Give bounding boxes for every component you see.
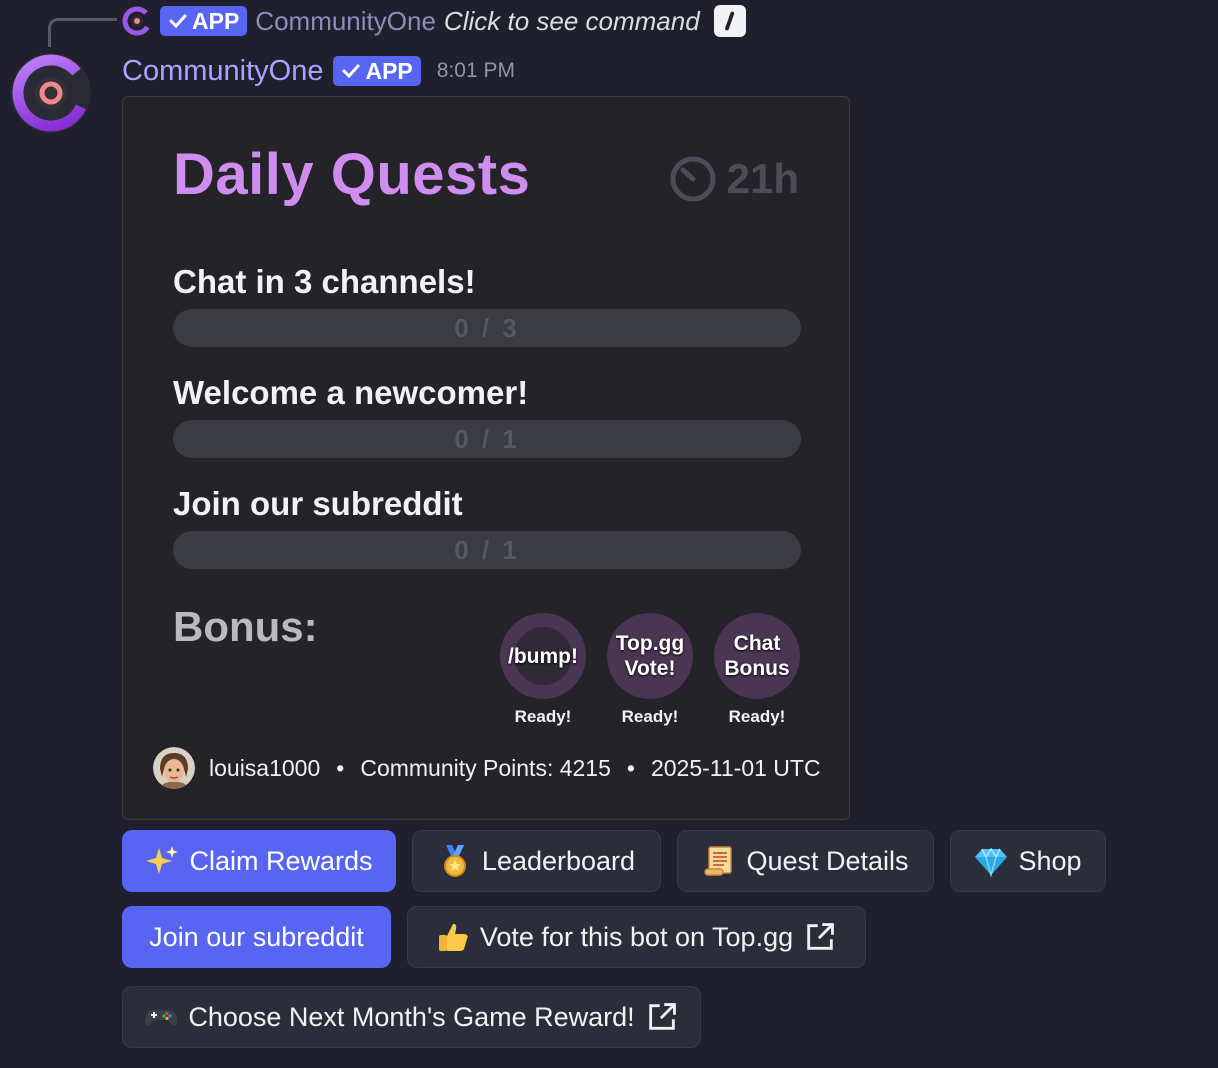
quest-progress-text: 0 / 1	[454, 534, 520, 565]
external-link-icon	[803, 920, 837, 954]
medal-icon	[438, 844, 472, 878]
choose-game-reward-button[interactable]: Choose Next Month's Game Reward!	[122, 986, 701, 1048]
communityone-avatar[interactable]	[10, 52, 92, 134]
communityone-logo-icon	[122, 6, 152, 36]
join-subreddit-button[interactable]: Join our subreddit	[122, 906, 391, 968]
vote-topgg-button[interactable]: Vote for this bot on Top.gg	[407, 906, 866, 968]
slash-command-icon	[713, 5, 746, 37]
bonus-bump: /bump! Ready!	[495, 613, 591, 727]
bonus-chat: Chat Bonus Ready!	[709, 613, 805, 727]
checkmark-icon	[169, 14, 187, 29]
shop-button[interactable]: Shop	[950, 830, 1106, 892]
bonus-text: Top.gg	[615, 632, 685, 655]
claim-rewards-label: Claim Rewards	[189, 845, 373, 876]
quest-name: Chat in 3 channels!	[173, 263, 476, 300]
footer-separator: •	[336, 754, 345, 781]
game-controller-icon	[144, 1000, 178, 1034]
timer-value: 21h	[726, 155, 799, 202]
reply-author[interactable]: CommunityOne	[255, 6, 436, 37]
bonus-status: Ready!	[621, 707, 679, 726]
reply-command[interactable]: Click to see command	[444, 6, 700, 37]
message-header: CommunityOne APP 8:01 PM	[122, 50, 515, 92]
footer-date: 2025-11-01 UTC	[650, 754, 821, 781]
timer-icon	[670, 156, 716, 202]
reply-context[interactable]: APP CommunityOne Click to see command	[122, 4, 746, 38]
shop-label: Shop	[1018, 845, 1082, 876]
quest-progress-bar: 0 / 3	[173, 309, 801, 347]
bonus-label: Bonus:	[173, 603, 318, 650]
choose-game-reward-label: Choose Next Month's Game Reward!	[188, 1001, 635, 1032]
quest-name: Welcome a newcomer!	[173, 374, 529, 411]
bonus-circle: Chat Bonus	[714, 613, 800, 699]
reply-connector	[48, 18, 117, 47]
quest-timer: 21h	[669, 155, 799, 203]
gem-icon	[974, 844, 1008, 878]
quest-details-label: Quest Details	[746, 845, 909, 876]
bonus-status: Ready!	[514, 707, 572, 726]
quest-progress-text: 0 / 3	[454, 312, 520, 343]
scroll-icon	[702, 844, 736, 878]
quest-name: Join our subreddit	[173, 485, 463, 522]
quest-progress-text: 0 / 1	[454, 423, 520, 454]
quest-details-button[interactable]: Quest Details	[677, 830, 934, 892]
bonus-circle: Top.gg Vote!	[607, 613, 693, 699]
claim-rewards-button[interactable]: Claim Rewards	[122, 830, 396, 892]
external-link-icon	[645, 1000, 679, 1034]
footer-separator: •	[626, 754, 635, 781]
bonus-text: Vote!	[624, 657, 676, 680]
leaderboard-label: Leaderboard	[481, 845, 636, 876]
card-footer: louisa1000 • Community Points: 4215 • 20…	[153, 747, 821, 789]
footer-username: louisa1000	[209, 754, 321, 781]
leaderboard-button[interactable]: Leaderboard	[412, 830, 661, 892]
bonus-text: Bonus	[724, 657, 790, 680]
quest-progress-bar: 0 / 1	[173, 420, 801, 458]
app-badge-label: APP	[365, 57, 413, 84]
message-author[interactable]: CommunityOne	[122, 55, 323, 88]
bonus-text: Chat	[733, 632, 781, 655]
bonus-text: /bump!	[508, 644, 578, 668]
app-badge: APP	[160, 6, 248, 36]
quest-progress-bar: 0 / 1	[173, 531, 801, 569]
bonus-circle: /bump!	[500, 613, 586, 699]
daily-quests-card[interactable]: Daily Quests 21h Chat in 3 channels! 0 /…	[122, 96, 850, 820]
card-title: Daily Quests	[173, 142, 531, 207]
bonus-status: Ready!	[728, 707, 786, 726]
bonus-topgg-vote: Top.gg Vote! Ready!	[602, 613, 698, 727]
vote-topgg-label: Vote for this bot on Top.gg	[479, 921, 794, 952]
app-badge-label: APP	[192, 7, 240, 34]
thumbs-up-icon	[436, 920, 470, 954]
sparkles-icon	[145, 844, 179, 878]
join-subreddit-label: Join our subreddit	[149, 921, 364, 952]
user-avatar	[153, 747, 195, 789]
message-timestamp[interactable]: 8:01 PM	[437, 59, 515, 83]
checkmark-icon	[342, 64, 360, 79]
app-badge: APP	[333, 56, 421, 86]
footer-points: Community Points: 4215	[360, 754, 611, 781]
